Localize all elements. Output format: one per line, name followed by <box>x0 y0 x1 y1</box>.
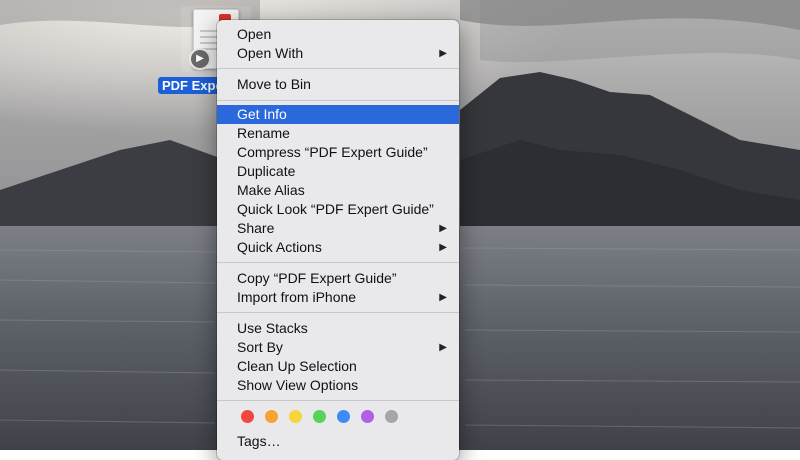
menu-separator <box>217 400 459 401</box>
menu-item-label: Quick Look “PDF Expert Guide” <box>237 201 434 217</box>
menu-item-get-info[interactable]: Get Info <box>217 105 459 124</box>
menu-item-label: Use Stacks <box>237 320 308 336</box>
menu-item-tags[interactable]: Tags… <box>217 432 459 451</box>
menu-item-label: Clean Up Selection <box>237 358 357 374</box>
alias-badge-icon: ▶ <box>189 48 211 70</box>
menu-item-open[interactable]: Open <box>217 25 459 44</box>
menu-separator <box>217 100 459 101</box>
menu-item-label: Move to Bin <box>237 76 311 92</box>
submenu-arrow-icon: ▶ <box>439 223 447 234</box>
tag-gray-dot[interactable] <box>385 410 398 423</box>
tag-orange-dot[interactable] <box>265 410 278 423</box>
submenu-arrow-icon: ▶ <box>439 48 447 59</box>
menu-item-move-to-bin[interactable]: Move to Bin <box>217 75 459 94</box>
menu-item-label: Tags… <box>237 433 281 449</box>
menu-item-label: Get Info <box>237 106 287 122</box>
menu-item-label: Rename <box>237 125 290 141</box>
menu-item-duplicate[interactable]: Duplicate <box>217 162 459 181</box>
menu-item-label: Make Alias <box>237 182 305 198</box>
menu-item-import-from-iphone[interactable]: Import from iPhone ▶ <box>217 288 459 307</box>
menu-item-label: Show View Options <box>237 377 359 393</box>
menu-separator <box>217 312 459 313</box>
tag-purple-dot[interactable] <box>361 410 374 423</box>
menu-item-label: Quick Actions <box>237 239 322 255</box>
menu-separator <box>217 262 459 263</box>
menu-item-copy[interactable]: Copy “PDF Expert Guide” <box>217 269 459 288</box>
menu-item-label: Compress “PDF Expert Guide” <box>237 144 428 160</box>
menu-item-label: Share <box>237 220 275 236</box>
submenu-arrow-icon: ▶ <box>439 342 447 353</box>
menu-item-compress[interactable]: Compress “PDF Expert Guide” <box>217 143 459 162</box>
menu-item-label: Import from iPhone <box>237 289 357 305</box>
tag-yellow-dot[interactable] <box>289 410 302 423</box>
tag-red-dot[interactable] <box>241 410 254 423</box>
tag-color-row <box>237 410 437 426</box>
context-menu: Open Open With ▶ Move to Bin Get Info Re… <box>217 20 459 460</box>
menu-item-quick-actions[interactable]: Quick Actions ▶ <box>217 238 459 257</box>
menu-item-rename[interactable]: Rename <box>217 124 459 143</box>
menu-item-label: Sort By <box>237 339 283 355</box>
menu-item-sort-by[interactable]: Sort By ▶ <box>217 338 459 357</box>
menu-item-label: Duplicate <box>237 163 296 179</box>
menu-item-show-view-options[interactable]: Show View Options <box>217 376 459 395</box>
file-name-label[interactable]: PDF Expert Guide <box>158 77 224 94</box>
menu-item-share[interactable]: Share ▶ <box>217 219 459 238</box>
menu-item-use-stacks[interactable]: Use Stacks <box>217 319 459 338</box>
menu-item-open-with[interactable]: Open With ▶ <box>217 44 459 63</box>
tag-green-dot[interactable] <box>313 410 326 423</box>
menu-item-label: Copy “PDF Expert Guide” <box>237 270 397 286</box>
menu-item-quick-look[interactable]: Quick Look “PDF Expert Guide” <box>217 200 459 219</box>
menu-item-label: Open <box>237 26 272 42</box>
submenu-arrow-icon: ▶ <box>439 242 447 253</box>
menu-item-clean-up-selection[interactable]: Clean Up Selection <box>217 357 459 376</box>
submenu-arrow-icon: ▶ <box>439 292 447 303</box>
tag-blue-dot[interactable] <box>337 410 350 423</box>
menu-item-make-alias[interactable]: Make Alias <box>217 181 459 200</box>
menu-separator <box>217 68 459 69</box>
menu-item-label: Open With <box>237 45 304 61</box>
